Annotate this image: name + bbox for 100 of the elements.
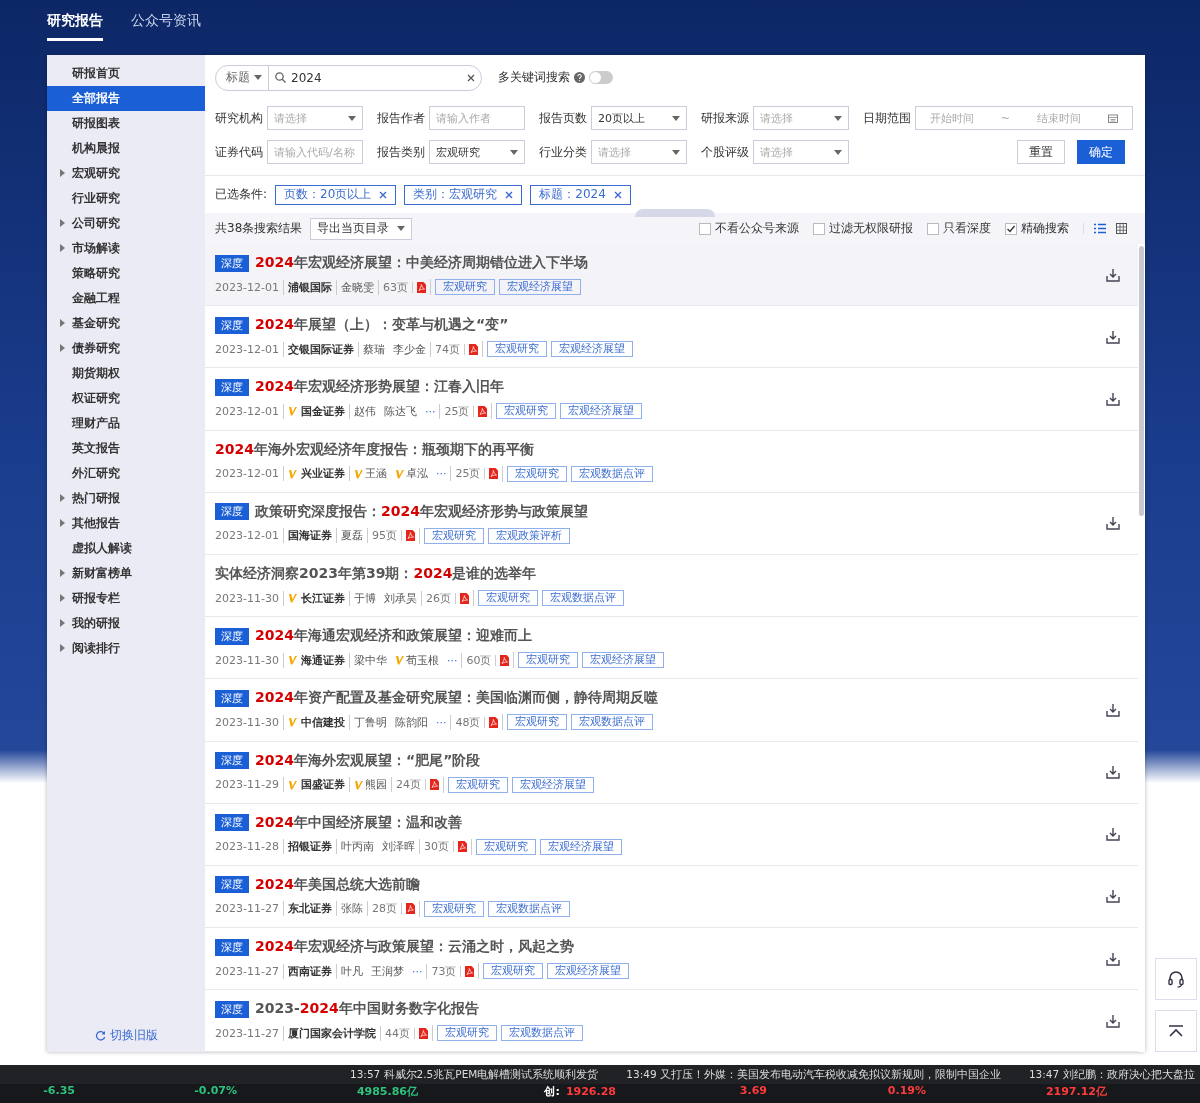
reset-button[interactable]: 重置 (1017, 140, 1065, 164)
support-button[interactable] (1155, 958, 1197, 1000)
result-row[interactable]: 深度 2024年中国经济展望：温和改善 2023-11-28 招银证券 叶丙南 刘泽晖 30页 宏观研究 宏观经济展望 (205, 803, 1138, 866)
sidebar-item[interactable]: 债券研究 (47, 336, 205, 361)
more-authors[interactable]: ··· (435, 467, 447, 481)
sidebar-item[interactable]: 我的研报 (47, 611, 205, 636)
report-title[interactable]: 实体经济洞察2023年第39期：2024是谁的选举年 (215, 565, 537, 584)
sidebar-item[interactable]: 其他报告 (47, 511, 205, 536)
news-item[interactable]: 13:57 科威尔2.5兆瓦PEM电解槽测试系统顺利发货 (350, 1067, 599, 1082)
checkbox[interactable] (927, 222, 939, 235)
download-icon[interactable] (1106, 267, 1120, 282)
list-view-icon[interactable] (1094, 223, 1106, 234)
category-tag[interactable]: 宏观研究 (434, 279, 495, 296)
category-tag[interactable]: 宏观经济展望 (547, 963, 630, 980)
author-name[interactable]: 于博 (353, 590, 376, 606)
more-authors[interactable]: ··· (424, 404, 436, 418)
pdf-icon[interactable] (429, 779, 439, 791)
checkbox[interactable] (813, 222, 825, 235)
author-name[interactable]: 丁鲁明 (353, 714, 387, 730)
collapse-handle[interactable] (635, 209, 715, 217)
category-tag[interactable]: 宏观研究 (477, 590, 538, 607)
nav-tab[interactable]: 研究报告 (47, 0, 103, 41)
download-icon[interactable] (1106, 391, 1120, 406)
sidebar-item[interactable]: 行业研究 (47, 186, 205, 211)
condition-chip[interactable]: 类别：宏观研究 (404, 184, 523, 205)
institution-name[interactable]: 中信建投 (300, 714, 345, 730)
download-icon[interactable] (1106, 765, 1120, 780)
report-title[interactable]: 2023-2024年中国财务数字化报告 (255, 1000, 479, 1019)
institution-name[interactable]: 国盛证券 (300, 777, 345, 793)
scope-dropdown[interactable]: 标题 (216, 65, 269, 90)
author-name[interactable]: 夏磊 (340, 528, 363, 544)
sidebar-item[interactable]: 阅读排行 (47, 636, 205, 661)
author-name[interactable]: 梁中华 (353, 652, 387, 668)
nav-tab[interactable]: 公众号资讯 (131, 0, 201, 41)
category-tag[interactable]: 宏观经济展望 (539, 838, 622, 855)
category-tag[interactable]: 宏观研究 (486, 341, 547, 358)
sidebar-item[interactable]: 金融工程 (47, 286, 205, 311)
download-icon[interactable] (1106, 1013, 1120, 1028)
report-title[interactable]: 2024年宏观经济形势展望：江春入旧年 (255, 378, 504, 397)
category-tag[interactable]: 宏观研究 (475, 838, 536, 855)
author-name[interactable]: 陈达飞 (383, 403, 417, 419)
result-row[interactable]: 深度 2024年资产配置及基金研究展望：美国临渊而侧，静待周期反噬 2023-11-30 中信建投 丁鲁明 陈韵阳 ··· 48页 宏观研究 宏观数据点评 (205, 679, 1138, 742)
refresh-icon[interactable] (94, 1030, 106, 1041)
pdf-icon[interactable] (416, 281, 426, 293)
report-title[interactable]: 2024年中国经济展望：温和改善 (255, 813, 462, 832)
author-name[interactable]: 王涵 (364, 466, 387, 482)
confirm-button[interactable]: 确定 (1077, 140, 1125, 164)
report-title[interactable]: 2024年海外宏观经济年度报告：瓶颈期下的再平衡 (215, 440, 534, 459)
category-tag[interactable]: 宏观数据点评 (541, 590, 624, 607)
close-icon[interactable] (505, 190, 514, 199)
author-name[interactable]: 叶凡 (340, 963, 363, 979)
pdf-icon[interactable] (459, 592, 469, 604)
sidebar-item[interactable]: 新财富榜单 (47, 561, 205, 586)
institution-name[interactable]: 兴业证券 (300, 466, 345, 482)
pdf-icon[interactable] (457, 841, 467, 853)
pdf-icon[interactable] (405, 530, 415, 542)
institution-name[interactable]: 国金证券 (300, 403, 345, 419)
result-row[interactable]: 深度 2024年海外宏观展望：“肥尾”阶段 2023-11-29 国盛证券 熊园 24页 宏观研究 宏观经济展望 (205, 741, 1138, 804)
category-tag[interactable]: 宏观数据点评 (487, 900, 570, 917)
sidebar-item[interactable]: 机构晨报 (47, 136, 205, 161)
back-to-top-button[interactable] (1155, 1010, 1197, 1052)
author-name[interactable]: 熊园 (364, 777, 387, 793)
category-tag[interactable]: 宏观研究 (518, 652, 579, 669)
report-title[interactable]: 2024年宏观经济与政策展望：云涌之时，风起之势 (255, 938, 574, 957)
sidebar-item[interactable]: 英文报告 (47, 436, 205, 461)
condition-chip[interactable]: 标题：2024 (530, 184, 631, 205)
download-icon[interactable] (1106, 516, 1120, 531)
institution-name[interactable]: 浦银国际 (287, 279, 332, 295)
report-title[interactable]: 2024年展望（上）：变革与机遇之“变” (255, 316, 509, 335)
more-authors[interactable]: ··· (446, 653, 458, 667)
close-icon[interactable] (379, 190, 388, 199)
category-tag[interactable]: 宏观研究 (447, 776, 508, 793)
category-tag[interactable]: 宏观政策评析 (487, 527, 570, 544)
sidebar-item[interactable]: 研报首页 (47, 61, 205, 86)
download-icon[interactable] (1106, 702, 1120, 717)
sidebar-item[interactable]: 理财产品 (47, 411, 205, 436)
result-row[interactable]: 深度 2023-2024年中国财务数字化报告 2023-11-27 厦门国家会计学院 44页 宏观研究 宏观数据点评 (205, 990, 1138, 1052)
category-tag[interactable]: 宏观经济展望 (511, 776, 594, 793)
condition-chip[interactable]: 页数：20页以上 (275, 184, 397, 205)
pdf-icon[interactable] (478, 405, 488, 417)
pdf-icon[interactable] (465, 965, 475, 977)
sidebar-item[interactable]: 宏观研究 (47, 161, 205, 186)
download-icon[interactable] (1106, 329, 1120, 344)
institution-name[interactable]: 海通证券 (300, 652, 345, 668)
result-row[interactable]: 实体经济洞察2023年第39期：2024是谁的选举年 2023-11-30 长江证券 于博 刘承昊 26页 宏观研究 宏观数据点评 (205, 554, 1138, 618)
sidebar-item[interactable]: 热门研报 (47, 486, 205, 511)
report-title[interactable]: 2024年宏观经济展望：中美经济周期错位进入下半场 (255, 254, 588, 273)
help-icon[interactable] (574, 72, 585, 83)
category-tag[interactable]: 宏观研究 (496, 403, 557, 420)
category-tag[interactable]: 宏观数据点评 (571, 714, 654, 731)
scrollbar[interactable] (1139, 246, 1144, 516)
close-icon[interactable] (613, 190, 622, 199)
institution-name[interactable]: 国海证券 (287, 528, 332, 544)
institution-name[interactable]: 厦门国家会计学院 (287, 1025, 376, 1041)
sidebar-item[interactable]: 策略研究 (47, 261, 205, 286)
author-name[interactable]: 卓泓 (405, 466, 428, 482)
category-tag[interactable]: 宏观数据点评 (500, 1025, 583, 1042)
pdf-icon[interactable] (489, 716, 499, 728)
category-tag[interactable]: 宏观研究 (436, 1025, 497, 1042)
clear-icon[interactable] (467, 73, 475, 82)
